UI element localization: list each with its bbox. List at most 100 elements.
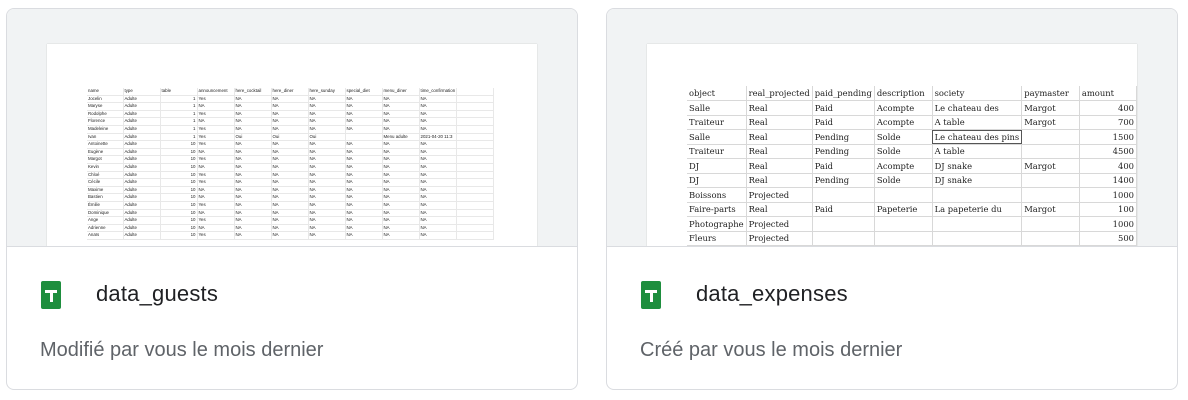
sheet-cell: NA (345, 171, 383, 180)
sheet-cell: paymaster (1021, 86, 1080, 101)
sheet-cell: NA (419, 163, 458, 172)
sheet-cell: NA (419, 125, 458, 134)
sheet-cell: Adulte (123, 117, 161, 126)
sheet-cell: NA (382, 117, 420, 126)
sheet-row: Dominique Adulte 10 NA NA NA NA NA NA NA (87, 209, 495, 218)
sheet-cell: here_cocktail (234, 88, 272, 96)
sheet-cell: Adulte (123, 125, 161, 134)
sheet-cell: table (160, 88, 198, 96)
guests-sheet-table: name type table announcement here_cocktail he… (87, 88, 495, 240)
sheet-cell: Bastien (87, 193, 124, 202)
sheet-empty-cell (456, 125, 495, 134)
sheet-row: Boissons Projected 1000 (687, 187, 1137, 203)
sheet-empty-cell (456, 209, 495, 218)
sheet-cell: 1 (160, 102, 198, 111)
sheet-cell: Projected (746, 187, 813, 203)
sheet-cell: DJ snake (932, 158, 1023, 174)
sheet-cell (932, 187, 1023, 203)
sheet-row: Ange Adulte 10 Yes NA NA NA NA NA NA (87, 216, 495, 225)
sheet-empty-cell (456, 224, 495, 233)
sheet-row: Salle Real Paid Acompte Le chateau des Margot… (687, 100, 1137, 116)
sheet-cell: DJ (687, 173, 747, 188)
sheet-cell: Real (746, 173, 813, 188)
sheet-cell: Boissons (687, 187, 747, 203)
sheet-cell: NA (382, 95, 420, 104)
sheet-cell: Real (746, 129, 813, 145)
file-card-data-expenses[interactable]: object real_projected paid_pending descript… (606, 8, 1178, 390)
sheet-cell: NA (419, 148, 458, 157)
sheet-cell: 1000 (1079, 216, 1137, 232)
sheet-cell: NA (308, 193, 346, 202)
file-name[interactable]: data_expenses (696, 281, 848, 307)
sheet-cell: Yes (197, 110, 235, 119)
sheet-cell: NA (382, 224, 420, 233)
sheet-cell: Paid (812, 115, 875, 130)
sheet-cell: NA (234, 117, 272, 126)
sheet-cell: NA (271, 216, 309, 225)
sheet-cell: NA (382, 171, 420, 180)
sheet-cell: NA (308, 140, 346, 149)
sheet-empty-cell (456, 201, 495, 210)
sheet-cell: NA (419, 178, 458, 187)
sheet-cell: NA (234, 224, 272, 233)
sheet-cell: A table (932, 115, 1023, 130)
sheet-row: Chloé Adulte 10 Yes NA NA NA NA NA NA (87, 171, 495, 180)
sheet-cell: NA (234, 178, 272, 187)
sheet-row: Émilie Adulte 10 Yes NA NA NA NA NA NA (87, 201, 495, 210)
sheet-cell: Yes (197, 155, 235, 164)
sheet-cell: 1000 (1079, 187, 1137, 203)
sheet-cell: Projected (746, 231, 813, 246)
sheet-row: Anaïs Adulte 10 Yes NA NA NA NA NA NA (87, 231, 495, 240)
sheet-cell: NA (271, 231, 309, 240)
sheet-cell: 10 (160, 140, 198, 149)
sheet-cell: NA (382, 155, 420, 164)
sheet-cell: Yes (197, 201, 235, 210)
sheet-cell: NA (271, 117, 309, 126)
sheet-cell: 1 (160, 117, 198, 126)
sheet-cell: NA (308, 148, 346, 157)
sheet-empty-cell (456, 133, 495, 142)
sheet-cell: NA (382, 231, 420, 240)
sheet-empty-cell (456, 110, 495, 119)
sheet-cell: NA (382, 193, 420, 202)
file-modified-info: Modifié par vous le mois dernier (40, 339, 324, 361)
sheet-cell: 1 (160, 110, 198, 119)
sheet-row: Margot Adulte 10 Yes NA NA NA NA NA NA (87, 155, 495, 164)
sheet-cell: La papeterie du (932, 202, 1023, 217)
sheet-row: DJ Real Pending Solde DJ snake 1400 (687, 173, 1137, 188)
sheet-cell: Yes (197, 133, 235, 142)
sheet-cell: Adulte (123, 140, 161, 149)
sheet-cell: 10 (160, 231, 198, 240)
sheet-cell: NA (308, 209, 346, 218)
sheet-cell: 10 (160, 216, 198, 225)
sheet-cell: Fleurs (687, 231, 747, 246)
sheet-row: Faire-parts Real Paid Papeterie La papeterie… (687, 202, 1137, 217)
sheet-cell: Rodolphe (87, 110, 124, 119)
sheet-cell: Adulte (123, 178, 161, 187)
sheet-cell: NA (382, 125, 420, 134)
sheet-cell: NA (382, 102, 420, 111)
google-sheets-icon (641, 281, 661, 309)
sheet-cell: Adulte (123, 148, 161, 157)
sheet-cell: NA (308, 178, 346, 187)
sheet-cell: NA (308, 155, 346, 164)
sheet-cell: NA (308, 171, 346, 180)
sheet-cell: NA (197, 186, 235, 195)
sheet-empty-cell (456, 155, 495, 164)
sheet-cell: NA (234, 163, 272, 172)
sheet-cell: Adulte (123, 216, 161, 225)
sheet-cell: NA (419, 155, 458, 164)
sheet-cell: Le chateau des pins (932, 129, 1023, 145)
sheet-cell: 10 (160, 171, 198, 180)
sheet-cell: NA (419, 171, 458, 180)
sheet-row: Maxime Adulte 10 NA NA NA NA NA NA NA (87, 186, 495, 195)
file-card-data-guests[interactable]: name type table announcement here_cocktail he… (6, 8, 578, 390)
sheet-cell: Adulte (123, 224, 161, 233)
sheet-cell (1021, 216, 1080, 232)
sheet-cell: 10 (160, 201, 198, 210)
sheet-cell: 10 (160, 193, 198, 202)
file-name[interactable]: data_guests (96, 281, 218, 307)
sheet-cell: NA (308, 224, 346, 233)
sheet-cell (1021, 231, 1080, 246)
sheet-cell: Adulte (123, 155, 161, 164)
